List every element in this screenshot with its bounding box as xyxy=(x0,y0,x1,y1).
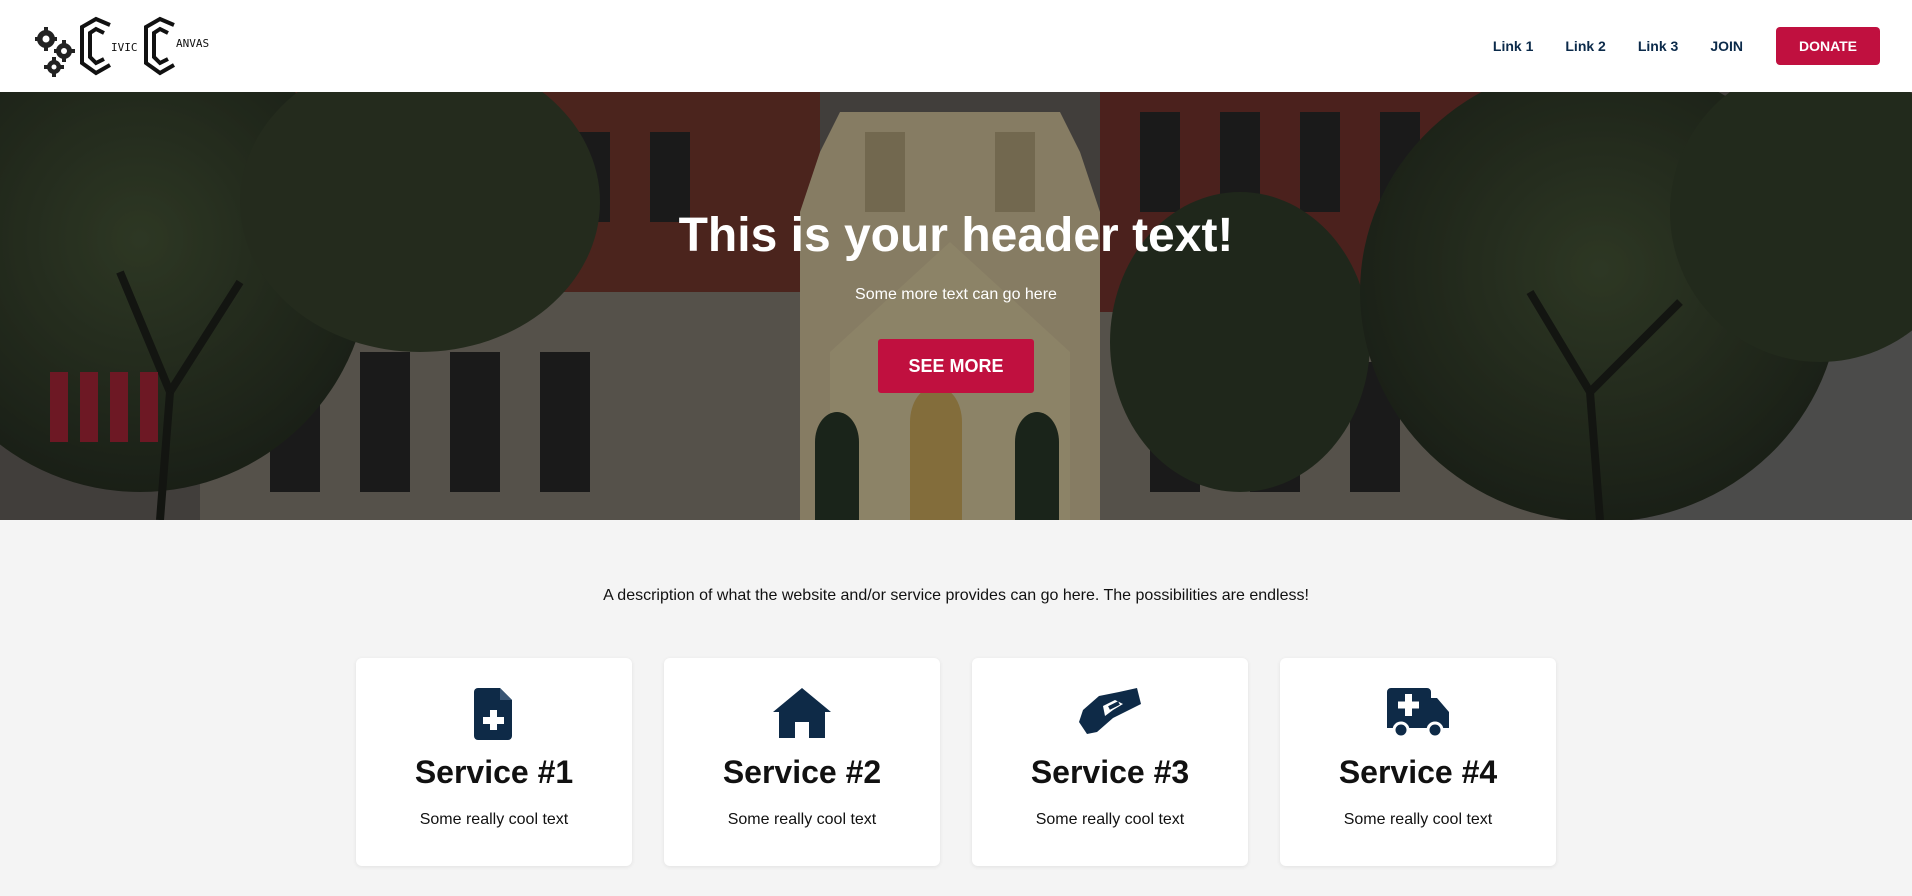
nav-link-1[interactable]: Link 1 xyxy=(1493,38,1533,54)
service-title: Service #1 xyxy=(414,754,574,790)
service-card-3[interactable]: Service #3 Some really cool text xyxy=(972,658,1248,866)
nav-link-3[interactable]: Link 3 xyxy=(1638,38,1678,54)
house-icon xyxy=(664,688,940,740)
service-card-1[interactable]: Service #1 Some really cool text xyxy=(356,658,632,866)
hero-title: This is your header text! xyxy=(678,209,1234,262)
service-card-4[interactable]: Service #4 Some really cool text xyxy=(1280,658,1556,866)
ambulance-icon xyxy=(1280,688,1556,740)
services-list: Service #1 Some really cool text Service… xyxy=(356,658,1556,866)
file-medical-icon xyxy=(356,688,632,740)
nav-link-join[interactable]: JOIN xyxy=(1710,38,1743,54)
service-card-2[interactable]: Service #2 Some really cool text xyxy=(664,658,940,866)
logo-graphic: IVIC ANVAS xyxy=(35,16,209,77)
service-text: Some really cool text xyxy=(727,811,877,828)
gears-icon xyxy=(35,27,75,77)
service-title: Service #3 xyxy=(1030,754,1190,790)
nav-link-2[interactable]: Link 2 xyxy=(1565,38,1605,54)
service-text: Some really cool text xyxy=(419,811,569,828)
hero-content: This is your header text! Some more text… xyxy=(0,92,1912,520)
service-text: Some really cool text xyxy=(1343,811,1493,828)
nav-links: Link 1 Link 2 Link 3 JOIN DONATE xyxy=(1461,27,1880,65)
handshake-icon xyxy=(972,688,1248,740)
site-description: A description of what the website and/or… xyxy=(603,587,1309,604)
service-text: Some really cool text xyxy=(1035,811,1185,828)
hero-subtitle: Some more text can go here xyxy=(855,286,1057,303)
service-title: Service #4 xyxy=(1338,754,1498,790)
navbar: IVIC ANVAS Link 1 Link 2 Link 3 JOIN DON… xyxy=(0,0,1912,92)
service-title: Service #2 xyxy=(722,754,882,790)
see-more-button[interactable]: SEE MORE xyxy=(878,339,1034,393)
svg-text:ANVAS: ANVAS xyxy=(176,37,209,50)
donate-button[interactable]: DONATE xyxy=(1776,27,1880,65)
hero-section: This is your header text! Some more text… xyxy=(0,92,1912,520)
civic-canvas-logo[interactable]: IVIC ANVAS xyxy=(32,11,232,81)
svg-text:IVIC: IVIC xyxy=(111,41,138,54)
